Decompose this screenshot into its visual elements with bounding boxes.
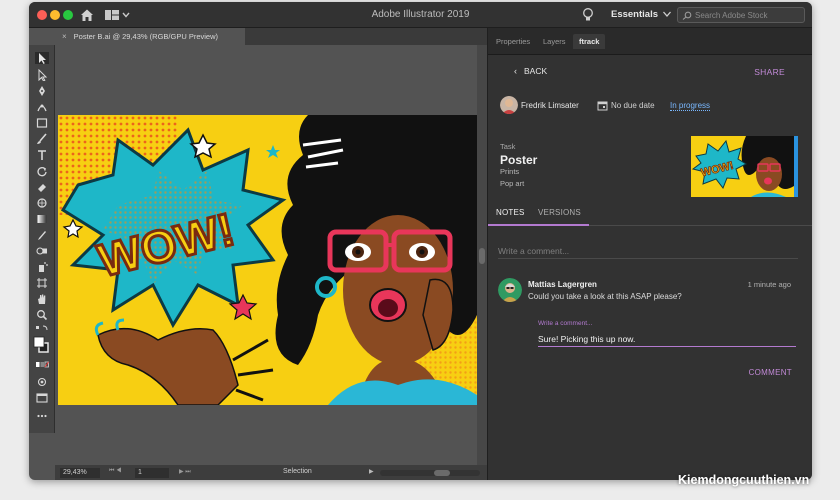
tab-properties[interactable]: Properties — [496, 37, 530, 46]
type-tool-icon[interactable] — [35, 149, 49, 161]
notes-versions-tabs: NOTES VERSIONS — [488, 201, 812, 226]
comment-author-avatar — [498, 278, 522, 302]
stock-search-box[interactable] — [677, 7, 805, 23]
panel-tab-bar: Properties Layers ftrack — [488, 28, 812, 55]
workspace-selector[interactable]: Essentials — [611, 9, 658, 20]
artboard-pop-art-illustration[interactable]: WOW! — [58, 115, 477, 405]
active-tab-indicator — [488, 224, 589, 226]
task-parent: Pop art — [500, 179, 525, 188]
artboard-prev-buttons[interactable]: ⏮ ◀ — [109, 468, 121, 475]
task-title: Poster — [500, 153, 538, 167]
new-comment-input[interactable] — [498, 243, 798, 259]
assignee-name[interactable]: Fredrik Limsater — [521, 101, 579, 110]
ftrack-panel: Properties Layers ftrack ‹ BACK SHARE Fre… — [487, 28, 812, 480]
direct-selection-tool-icon[interactable] — [35, 69, 49, 81]
comment-button[interactable]: COMMENT — [749, 368, 792, 377]
document-tab-title: Poster B.ai @ 29,43% (RGB/GPU Preview) — [73, 32, 218, 41]
share-button[interactable]: SHARE — [754, 67, 785, 77]
hand-tool-icon[interactable] — [35, 293, 49, 305]
comment-text: Could you take a look at this ASAP pleas… — [528, 292, 682, 301]
rectangle-tool-icon[interactable] — [35, 117, 49, 129]
selection-tool-icon[interactable] — [35, 52, 49, 64]
watermark: Kiemdongcuuthien.vn — [678, 473, 810, 487]
artboard-next-buttons[interactable]: ▶ ⏭ — [179, 468, 191, 476]
task-type-label: Task — [500, 142, 516, 151]
tab-layers[interactable]: Layers — [543, 37, 566, 46]
horizontal-scroll-thumb[interactable] — [434, 470, 450, 476]
zoom-tool-icon[interactable] — [35, 309, 49, 321]
reply-field-label: Write a comment... — [538, 320, 593, 327]
more-tools-icon[interactable] — [35, 410, 49, 422]
search-icon — [682, 11, 692, 20]
status-selector[interactable]: In progress — [670, 101, 711, 111]
canvas-area[interactable]: WOW! — [55, 45, 477, 465]
status-menu-arrow[interactable]: ▶ — [369, 468, 374, 475]
task-meta-row: Fredrik Limsater No due date In progress — [500, 96, 800, 116]
chevron-down-icon[interactable] — [663, 11, 671, 17]
calendar-icon — [597, 101, 608, 111]
symbol-sprayer-tool-icon[interactable] — [35, 261, 49, 273]
task-project: Prints — [500, 167, 520, 176]
pen-tool-icon[interactable] — [35, 85, 49, 97]
chevron-left-icon: ‹ — [514, 66, 517, 76]
reply-input[interactable] — [538, 331, 796, 347]
eyedropper-tool-icon[interactable] — [35, 229, 49, 241]
pop-art-illustration: WOW! — [58, 115, 477, 405]
comment-timestamp: 1 minute ago — [747, 280, 791, 289]
artboard-tool-icon[interactable] — [35, 277, 49, 289]
curvature-tool-icon[interactable] — [35, 101, 49, 113]
tab-notes[interactable]: NOTES — [496, 208, 525, 217]
title-bar: Adobe Illustrator 2019 Essentials — [29, 2, 812, 28]
zoom-level-field[interactable]: 29,43% — [60, 468, 100, 478]
warp-tool-icon[interactable] — [35, 197, 49, 209]
artboard-number-field[interactable]: 1 — [135, 468, 169, 478]
document-tab-bar: × Poster B.ai @ 29,43% (RGB/GPU Preview) — [55, 28, 487, 45]
due-date[interactable]: No due date — [611, 101, 655, 110]
drawing-mode-icon[interactable] — [35, 376, 49, 388]
screen-mode-icon[interactable] — [35, 392, 49, 404]
document-tab[interactable]: × Poster B.ai @ 29,43% (RGB/GPU Preview) — [55, 28, 245, 45]
comment-author: Mattias Lagergren — [528, 280, 597, 289]
gradient-tool-icon[interactable] — [35, 213, 49, 225]
close-tab-icon[interactable]: × — [62, 32, 67, 41]
vertical-scroll-thumb[interactable] — [479, 248, 485, 264]
tab-ftrack[interactable]: ftrack — [573, 34, 606, 49]
blend-tool-icon[interactable] — [35, 245, 49, 257]
paintbrush-tool-icon[interactable] — [35, 133, 49, 145]
color-mode-icons[interactable] — [35, 359, 49, 371]
eraser-tool-icon[interactable] — [35, 181, 49, 193]
tab-versions[interactable]: VERSIONS — [538, 208, 581, 217]
fill-stroke-swatch[interactable] — [33, 336, 49, 354]
rotate-tool-icon[interactable] — [35, 165, 49, 177]
current-tool-label: Selection — [283, 468, 312, 475]
illustrator-window: Adobe Illustrator 2019 Essentials × Poste… — [29, 2, 812, 480]
stock-search-input[interactable] — [695, 9, 801, 21]
horizontal-scrollbar[interactable] — [380, 470, 480, 476]
vertical-scrollbar[interactable] — [477, 45, 487, 465]
status-bar: 29,43% ⏮ ◀ 1 ▶ ⏭ Selection ▶ — [55, 465, 487, 480]
back-label: BACK — [524, 66, 548, 76]
lightbulb-icon[interactable] — [581, 7, 595, 23]
assignee-avatar — [500, 96, 518, 114]
tools-panel — [29, 45, 55, 433]
back-button[interactable]: ‹ BACK — [514, 66, 547, 76]
task-thumbnail[interactable]: WOW! — [691, 136, 798, 197]
